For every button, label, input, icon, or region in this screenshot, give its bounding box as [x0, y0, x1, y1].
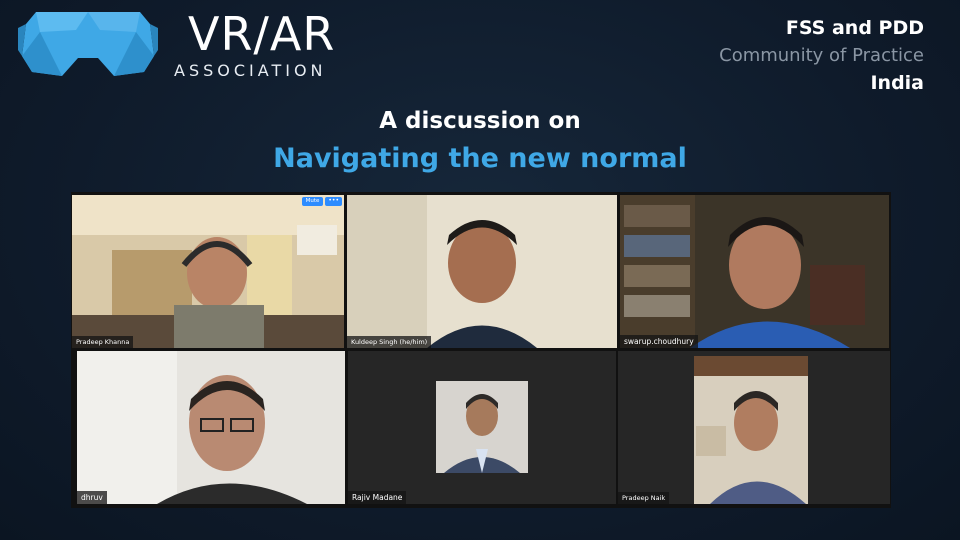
participant-name: dhruv [77, 491, 107, 504]
participant-video-3 [620, 195, 889, 348]
participant-name: Pradeep Naik [618, 492, 670, 504]
logo-title: VR/AR [188, 7, 336, 61]
community-line-2: Community of Practice [719, 45, 924, 66]
community-line-1: FSS and PDD [785, 17, 924, 39]
headline-title: Navigating the new normal [273, 143, 687, 174]
vr-headset-icon [18, 12, 158, 76]
community-label: FSS and PDD Community of Practice India [719, 14, 924, 97]
participant-tile-1[interactable]: Mute ••• Pradeep Khanna [72, 195, 344, 348]
participant-video-2 [347, 195, 617, 348]
participant-name: Pradeep Khanna [72, 336, 134, 348]
tile-controls: Mute ••• [301, 197, 342, 206]
vrar-logo: VR/AR ASSOCIATION [18, 7, 348, 82]
logo-subtitle: ASSOCIATION [174, 61, 327, 80]
participant-tile-3[interactable]: swarup.choudhury [620, 195, 889, 348]
participant-video-6 [618, 351, 890, 504]
participant-name: Kuldeep Singh (he/him) [347, 336, 432, 348]
participant-tile-2[interactable]: Kuldeep Singh (he/him) [347, 195, 617, 348]
participant-name: swarup.choudhury [620, 335, 698, 348]
more-options-button[interactable]: ••• [325, 197, 342, 206]
participant-video-1 [72, 195, 344, 348]
participant-video-4 [77, 351, 345, 504]
mute-button[interactable]: Mute [301, 197, 324, 206]
participant-tile-6[interactable]: Pradeep Naik [618, 351, 890, 504]
participant-name: Rajiv Madane [348, 491, 407, 504]
participant-tile-4[interactable]: dhruv [77, 351, 345, 504]
participant-tile-5[interactable]: Rajiv Madane [348, 351, 616, 504]
community-line-3: India [870, 72, 924, 94]
video-gallery: Mute ••• Pradeep Khanna Kuldeep Singh (h… [71, 192, 891, 508]
participant-video-5 [348, 351, 616, 504]
headline-intro: A discussion on [379, 108, 581, 134]
